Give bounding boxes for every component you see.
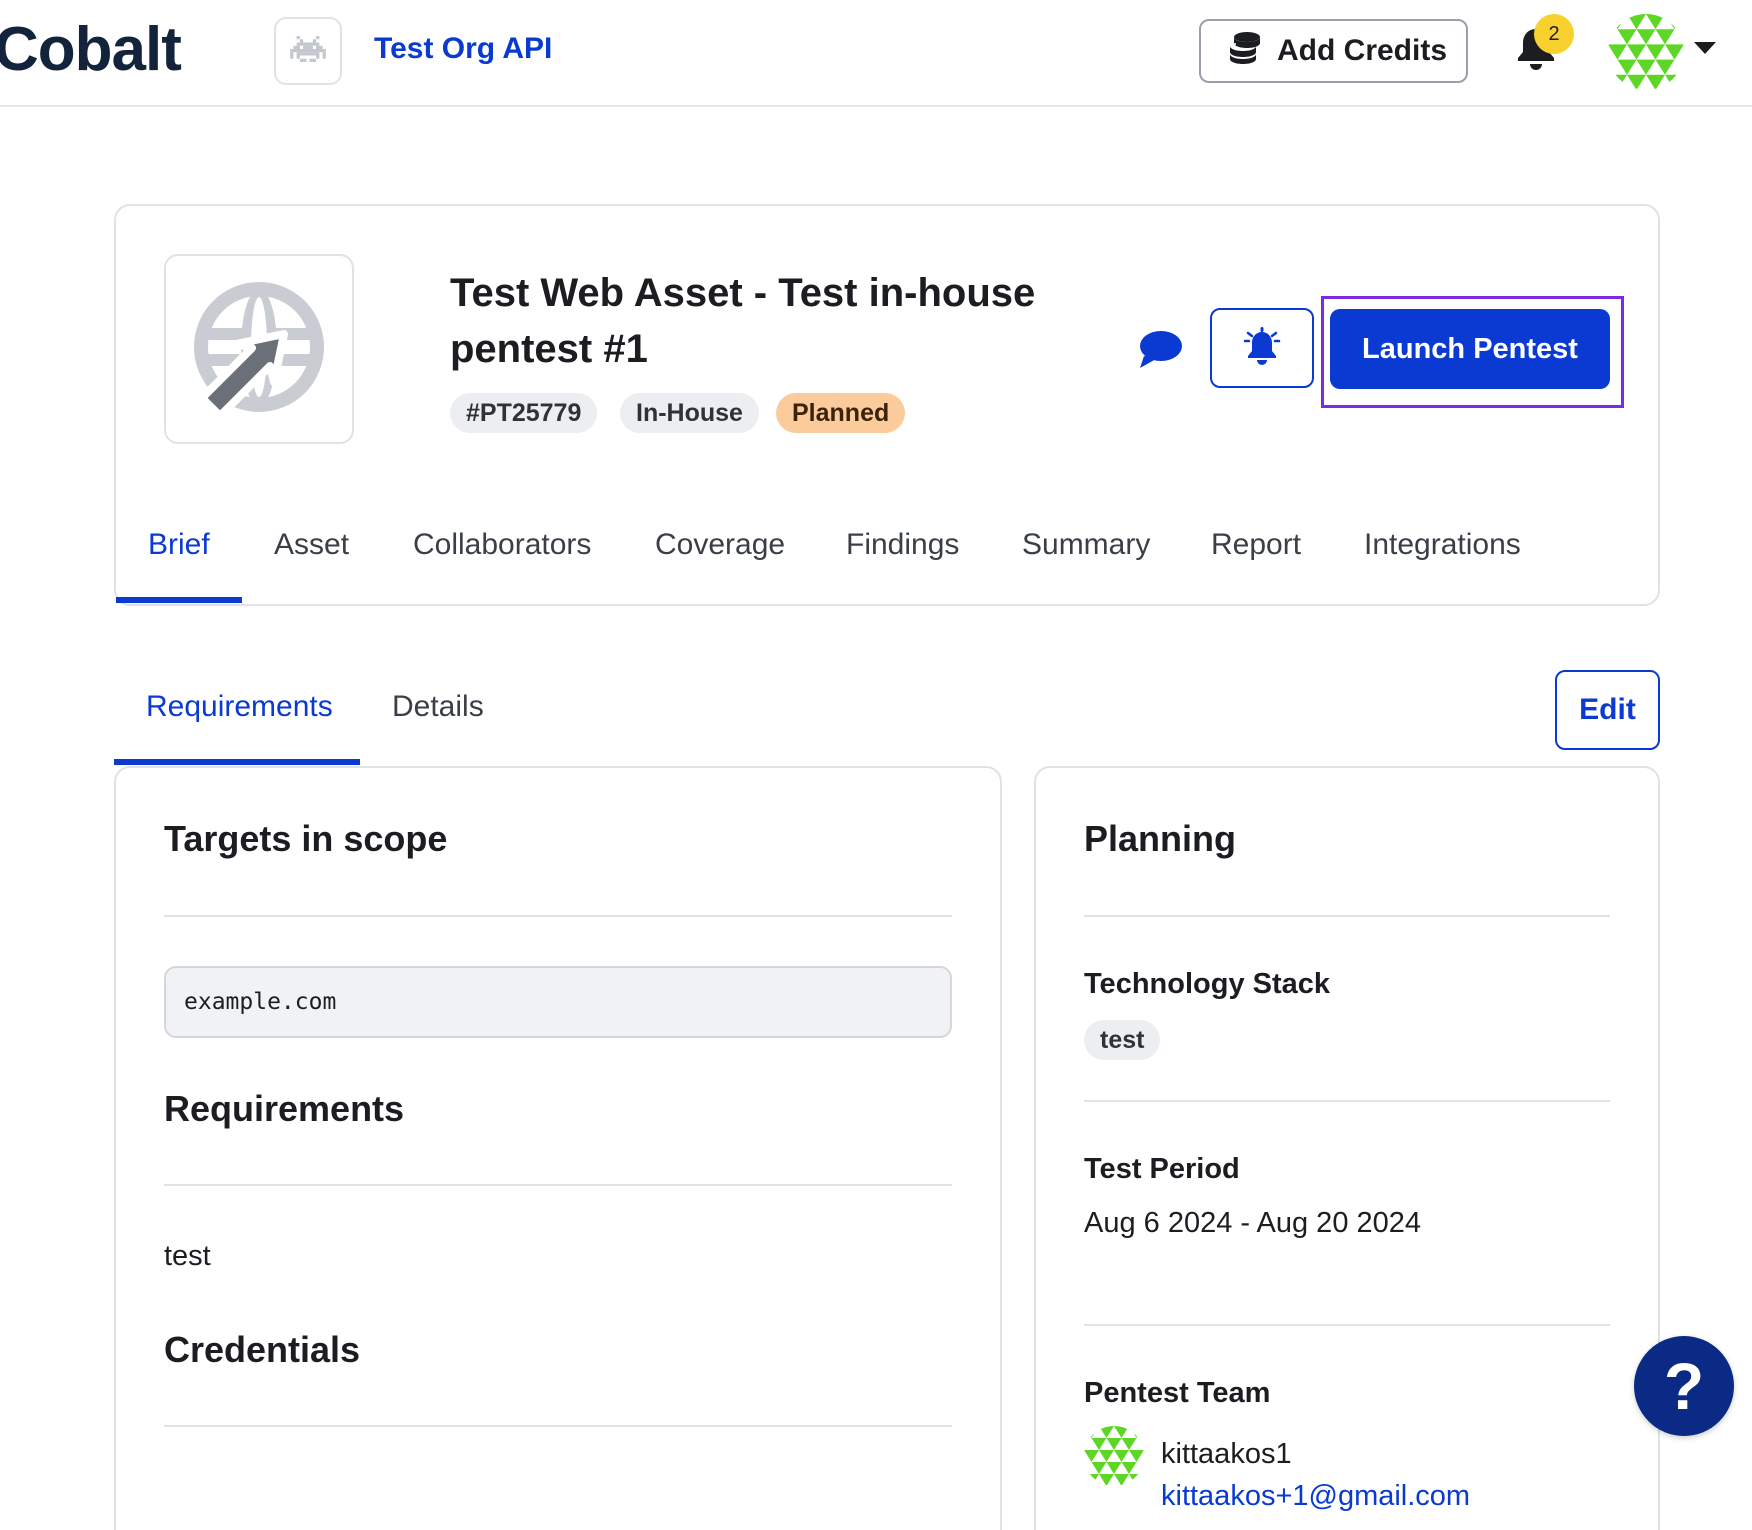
target-scope-value: example.com bbox=[164, 966, 952, 1038]
brief-requirements-panel bbox=[114, 766, 1002, 1530]
divider bbox=[1084, 915, 1610, 917]
pentest-id-badge: #PT25779 bbox=[450, 393, 598, 433]
pentest-title: Test Web Asset - Test in-house pentest #… bbox=[450, 271, 1036, 371]
add-credits-label: Add Credits bbox=[1277, 34, 1448, 67]
divider bbox=[164, 1184, 952, 1186]
help-button[interactable]: ? bbox=[1634, 1336, 1734, 1436]
targets-heading: Targets in scope bbox=[164, 818, 448, 859]
tab-collaborators[interactable]: Collaborators bbox=[413, 528, 591, 562]
requirements-heading: Requirements bbox=[164, 1088, 405, 1129]
planning-heading: Planning bbox=[1084, 818, 1236, 859]
active-subtab-indicator bbox=[114, 759, 360, 765]
user-avatar[interactable] bbox=[1608, 14, 1684, 90]
pentest-notifications-button[interactable] bbox=[1210, 308, 1314, 388]
top-navigation-bar: Cobalt Test Org API Add Credits 2 bbox=[0, 0, 1752, 107]
status-badge: Planned bbox=[776, 393, 906, 433]
tech-stack-label: Technology Stack bbox=[1084, 968, 1331, 1000]
org-switcher[interactable] bbox=[274, 17, 342, 85]
space-invader-icon bbox=[290, 35, 326, 67]
edit-button[interactable]: Edit bbox=[1555, 670, 1660, 750]
subtab-details[interactable]: Details bbox=[392, 690, 484, 724]
tab-summary[interactable]: Summary bbox=[1022, 528, 1150, 562]
coins-stack-icon bbox=[1227, 30, 1263, 72]
team-member-name: kittaakos1 bbox=[1161, 1438, 1292, 1470]
notification-count-badge: 2 bbox=[1534, 14, 1574, 54]
test-period-label: Test Period bbox=[1084, 1153, 1240, 1185]
tab-asset[interactable]: Asset bbox=[274, 528, 349, 562]
tab-integrations[interactable]: Integrations bbox=[1364, 528, 1521, 562]
org-name-link[interactable]: Test Org API bbox=[374, 32, 552, 66]
launch-pentest-button[interactable]: Launch Pentest bbox=[1330, 309, 1610, 389]
bell-icon bbox=[1516, 29, 1556, 74]
divider bbox=[164, 915, 952, 917]
tab-brief[interactable]: Brief bbox=[148, 528, 210, 562]
globe-cursor-icon bbox=[192, 280, 326, 420]
divider bbox=[164, 1425, 952, 1427]
avatar bbox=[1084, 1426, 1144, 1486]
tab-findings[interactable]: Findings bbox=[846, 528, 959, 562]
planning-panel bbox=[1034, 766, 1660, 1530]
tab-coverage[interactable]: Coverage bbox=[655, 528, 785, 562]
pentest-team-label: Pentest Team bbox=[1084, 1377, 1271, 1409]
pentest-type-badge: In-House bbox=[620, 393, 759, 433]
requirements-text: test bbox=[164, 1240, 211, 1272]
asset-type-tile bbox=[164, 254, 354, 444]
chat-bubble-icon[interactable] bbox=[1136, 328, 1186, 375]
tab-report[interactable]: Report bbox=[1211, 528, 1301, 562]
subtab-requirements[interactable]: Requirements bbox=[146, 690, 333, 724]
test-period-value: Aug 6 2024 - Aug 20 2024 bbox=[1084, 1207, 1422, 1239]
bell-ringing-icon bbox=[1243, 326, 1281, 371]
chevron-down-icon[interactable] bbox=[1694, 42, 1716, 54]
divider bbox=[1084, 1324, 1610, 1326]
credentials-heading: Credentials bbox=[164, 1329, 361, 1370]
divider bbox=[1084, 1100, 1610, 1102]
cobalt-logo[interactable]: Cobalt bbox=[0, 14, 182, 85]
active-tab-indicator bbox=[116, 597, 242, 603]
add-credits-button[interactable]: Add Credits bbox=[1199, 19, 1468, 83]
tech-stack-tag: test bbox=[1084, 1020, 1161, 1060]
team-member-email-link[interactable]: kittaakos+1@gmail.com bbox=[1161, 1480, 1470, 1513]
